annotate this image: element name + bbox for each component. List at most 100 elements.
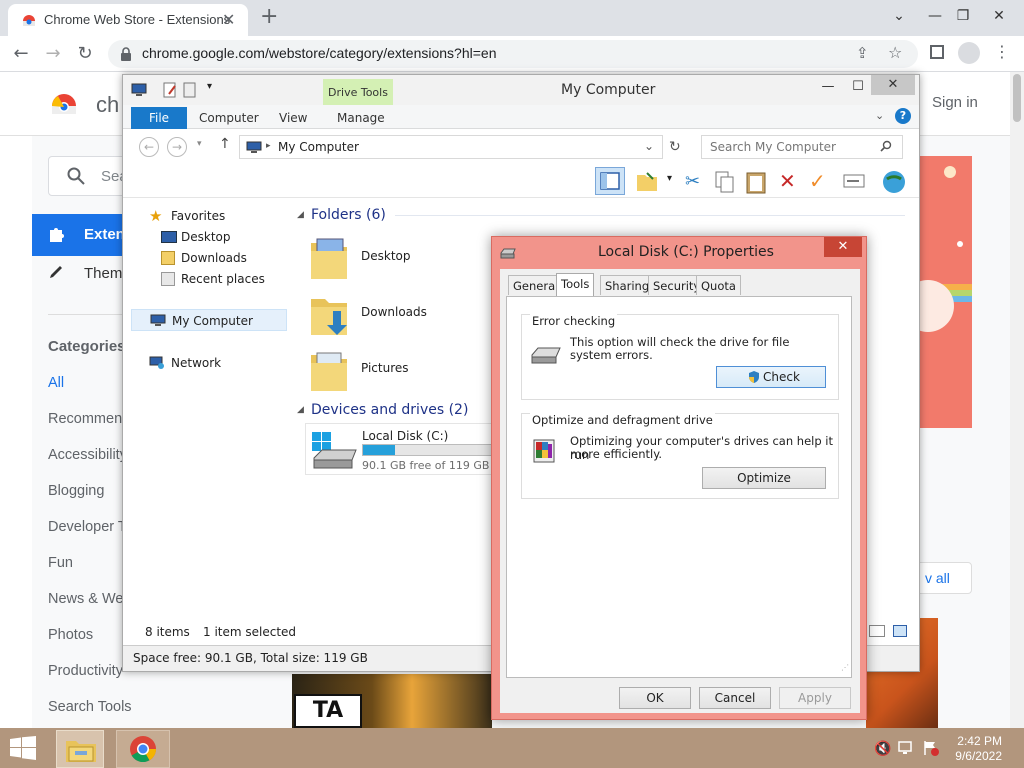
nav-extensions[interactable]: Exten xyxy=(32,214,132,256)
share-icon[interactable]: ⇪ xyxy=(856,44,869,62)
check-button[interactable]: Check xyxy=(716,366,826,388)
properties-icon[interactable] xyxy=(635,169,659,193)
cut-icon[interactable]: ✂ xyxy=(685,171,700,192)
profile-avatar[interactable] xyxy=(958,42,980,64)
properties-dialog[interactable]: Local Disk (C:) Properties ✕ General Too… xyxy=(491,236,867,720)
featured-banner[interactable] xyxy=(918,156,972,428)
recent-locations-icon[interactable]: ▾ xyxy=(197,139,202,149)
tab-sharing[interactable]: Sharing xyxy=(600,275,655,295)
divider xyxy=(395,215,905,216)
explorer-close-button[interactable]: ✕ xyxy=(871,75,915,95)
category-item[interactable]: Recommen xyxy=(48,411,122,427)
tab-computer[interactable]: Computer xyxy=(199,111,259,125)
restore-button[interactable]: ❐ xyxy=(946,0,980,34)
tab-view[interactable]: View xyxy=(279,111,307,125)
explorer-minimize-button[interactable]: — xyxy=(813,77,843,99)
back-button[interactable]: ← xyxy=(8,42,34,68)
category-item[interactable]: Productivity xyxy=(48,663,123,679)
ok-button[interactable]: OK xyxy=(619,687,691,709)
folder-item-pictures[interactable]: Pictures xyxy=(307,343,477,393)
category-item[interactable]: Blogging xyxy=(48,483,104,499)
side-panel-icon[interactable] xyxy=(930,45,944,59)
breadcrumb-chevron-icon[interactable]: ▸ xyxy=(266,141,271,151)
category-item[interactable]: Accessibility xyxy=(48,447,127,463)
webstore-logo-icon xyxy=(50,90,78,116)
network-globe-icon[interactable] xyxy=(881,169,907,195)
details-view-icon[interactable] xyxy=(869,625,885,637)
sign-in-link[interactable]: Sign in xyxy=(932,94,978,111)
network-status-icon[interactable] xyxy=(898,740,916,756)
copy-icon[interactable] xyxy=(715,171,735,193)
preview-pane-icon[interactable] xyxy=(595,167,625,195)
tab-file[interactable]: File xyxy=(131,107,187,129)
windows-drive-icon xyxy=(310,428,358,472)
new-tab-button[interactable]: + xyxy=(260,4,278,30)
properties-titlebar[interactable]: Local Disk (C:) Properties ✕ xyxy=(492,237,866,267)
action-center-flag-icon[interactable] xyxy=(922,740,940,756)
explorer-forward-button[interactable]: → xyxy=(167,137,187,157)
tab-manage[interactable]: Manage xyxy=(337,111,385,125)
drive-tools-context-tab[interactable]: Drive Tools xyxy=(323,79,393,105)
category-item[interactable]: Fun xyxy=(48,555,73,571)
forward-button[interactable]: → xyxy=(40,42,66,68)
windows-start-icon[interactable] xyxy=(8,736,38,760)
tab-close-icon[interactable]: ✕ xyxy=(222,10,235,29)
collapse-arrow-icon[interactable]: ◢ xyxy=(297,405,304,415)
category-item[interactable]: All xyxy=(48,375,64,391)
explorer-back-button[interactable]: ← xyxy=(139,137,159,157)
browser-tab[interactable]: Chrome Web Store - Extensions ✕ xyxy=(8,4,248,36)
folders-group-title[interactable]: Folders (6) xyxy=(311,207,386,223)
new-folder-qat-icon[interactable] xyxy=(183,82,197,98)
drive-item-c[interactable]: Local Disk (C:) 90.1 GB free of 119 GB xyxy=(305,423,495,475)
up-arrow-icon[interactable]: ↑ xyxy=(219,136,231,152)
tools-panel: Error checking This option will check th… xyxy=(506,296,852,678)
properties-dropdown-icon[interactable]: ▾ xyxy=(667,173,672,184)
taskbar-file-explorer[interactable] xyxy=(56,730,104,768)
checkmark-icon[interactable]: ✓ xyxy=(809,169,826,193)
nav-my-computer[interactable]: My Computer xyxy=(131,309,287,331)
tab-tools[interactable]: Tools xyxy=(556,273,595,297)
folder-item-downloads[interactable]: Downloads xyxy=(307,287,477,337)
collapse-arrow-icon[interactable]: ◢ xyxy=(297,210,304,220)
cancel-button[interactable]: Cancel xyxy=(699,687,771,709)
properties-close-button[interactable]: ✕ xyxy=(824,237,862,257)
defrag-icon xyxy=(530,434,560,466)
tab-search-icon[interactable]: ⌄ xyxy=(882,0,916,34)
optimize-button[interactable]: Optimize xyxy=(702,467,826,489)
category-item[interactable]: Search Tools xyxy=(48,699,132,715)
taskbar-chrome[interactable] xyxy=(116,730,170,768)
apply-button[interactable]: Apply xyxy=(779,687,851,709)
ribbon-expand-icon[interactable]: ⌄ xyxy=(875,109,884,122)
help-icon[interactable]: ? xyxy=(895,108,911,124)
tab-quota[interactable]: Quota xyxy=(696,275,741,295)
explorer-address-bar[interactable]: ▸ My Computer ⌄ xyxy=(239,135,663,159)
page-scrollbar[interactable] xyxy=(1010,72,1024,728)
explorer-maximize-button[interactable]: ☐ xyxy=(843,77,873,99)
volume-muted-icon[interactable]: 🔇 xyxy=(874,741,891,757)
refresh-icon[interactable]: ↻ xyxy=(669,139,681,155)
explorer-search-input[interactable]: Search My Computer xyxy=(701,135,903,159)
scrollbar-thumb[interactable] xyxy=(1013,74,1021,122)
folder-item-desktop[interactable]: Desktop xyxy=(307,231,477,281)
breadcrumb[interactable]: My Computer xyxy=(278,140,359,154)
reload-button[interactable]: ↻ xyxy=(72,42,98,68)
explorer-titlebar[interactable]: ▾ Drive Tools My Computer — ☐ ✕ xyxy=(123,75,919,105)
resize-grip-icon[interactable]: ⋰ xyxy=(841,663,849,672)
address-bar[interactable]: chrome.google.com/webstore/category/exte… xyxy=(108,40,918,68)
bookmark-star-icon[interactable]: ☆ xyxy=(888,43,902,62)
delete-icon[interactable]: ✕ xyxy=(779,169,796,193)
rename-icon[interactable] xyxy=(843,173,865,189)
nav-favorites-label: Favorites xyxy=(171,209,226,223)
close-window-button[interactable]: ✕ xyxy=(982,0,1016,34)
qat-dropdown-icon[interactable]: ▾ xyxy=(207,81,212,92)
chrome-menu-icon[interactable]: ⋮ xyxy=(994,42,1010,61)
large-icons-view-icon[interactable] xyxy=(893,625,907,637)
taskbar-clock[interactable]: 2:42 PM 9/6/2022 xyxy=(946,734,1002,764)
devices-group-title[interactable]: Devices and drives (2) xyxy=(311,402,468,418)
address-dropdown-icon[interactable]: ⌄ xyxy=(644,139,654,153)
properties-qat-icon[interactable] xyxy=(163,82,177,98)
category-item[interactable]: Photos xyxy=(48,627,93,643)
paste-icon[interactable] xyxy=(745,170,767,194)
category-item[interactable]: News & We xyxy=(48,591,123,607)
category-item[interactable]: Developer T xyxy=(48,519,127,535)
